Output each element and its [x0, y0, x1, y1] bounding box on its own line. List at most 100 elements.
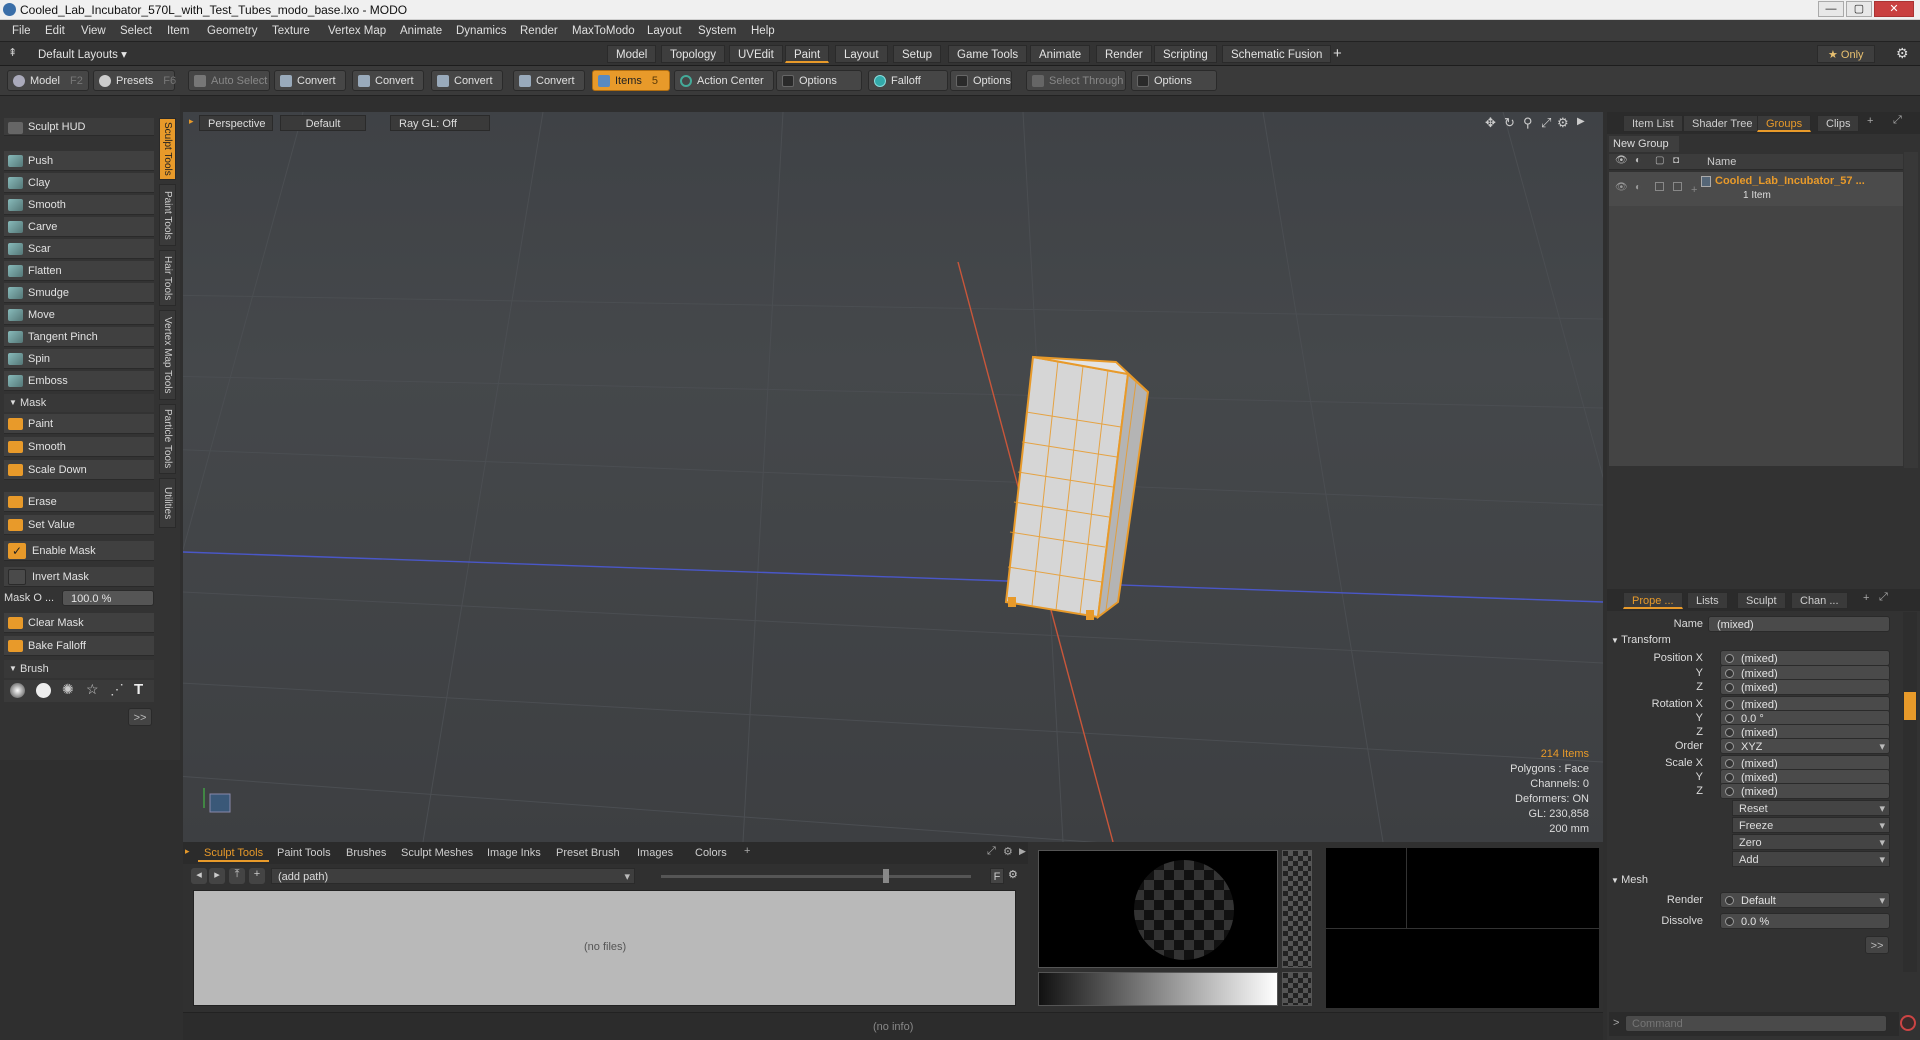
expand-panel-icon[interactable]: ⤢ — [1879, 591, 1888, 604]
add-path-icon[interactable]: + — [249, 868, 265, 884]
lock-icon[interactable]: ▢ — [1655, 155, 1664, 166]
filter-button[interactable]: F — [990, 868, 1004, 884]
menu-animate[interactable]: Animate — [400, 25, 442, 37]
keyframe-dot-icon[interactable] — [1725, 714, 1734, 723]
tab-scripting[interactable]: Scripting — [1154, 45, 1217, 63]
tab-lists[interactable]: Lists — [1687, 592, 1728, 609]
menu-dynamics[interactable]: Dynamics — [456, 25, 506, 37]
add-tab-icon[interactable]: + — [1863, 592, 1869, 604]
opacity-strip[interactable] — [1282, 850, 1312, 968]
zoom-icon[interactable]: ⚲ — [1523, 115, 1533, 131]
layout-toggle-icon[interactable]: ⇞ — [8, 46, 17, 59]
tab-layout[interactable]: Layout — [835, 45, 888, 63]
keyframe-dot-icon[interactable] — [1725, 683, 1734, 692]
menu-help[interactable]: Help — [751, 25, 775, 37]
expand-icon[interactable]: + — [1691, 184, 1697, 196]
slider-handle[interactable] — [883, 869, 889, 883]
tool-smudge[interactable]: Smudge — [4, 283, 154, 303]
invert-mask-toggle[interactable]: Invert Mask — [4, 567, 154, 587]
sidetab-vertex-map-tools[interactable]: Vertex Map Tools — [159, 310, 176, 400]
tab-brushes[interactable]: Brushes — [340, 845, 392, 862]
enable-mask-toggle[interactable]: ✓ Enable Mask — [4, 541, 154, 561]
menu-item[interactable]: Item — [167, 25, 189, 37]
keyframe-dot-icon[interactable] — [1725, 728, 1734, 737]
add-tab-icon[interactable]: + — [744, 845, 750, 857]
falloff-button[interactable]: Falloff — [868, 70, 948, 91]
shading-dropdown[interactable]: Default — [280, 115, 366, 131]
convert-button-3[interactable]: Convert — [431, 70, 503, 91]
keyframe-dot-icon[interactable] — [1725, 896, 1734, 905]
mask-section-header[interactable]: ▼ Mask — [4, 394, 154, 412]
render-dropdown[interactable]: Default ▾ — [1720, 892, 1890, 908]
tool-carve[interactable]: Carve — [4, 217, 154, 237]
tab-schematic-fusion[interactable]: Schematic Fusion — [1222, 45, 1332, 63]
options-button-3[interactable]: Options — [1131, 70, 1217, 91]
sidetab-paint-tools[interactable]: Paint Tools — [159, 184, 176, 246]
position-x-field[interactable]: (mixed) — [1720, 650, 1890, 666]
convert-button-4[interactable]: Convert — [513, 70, 585, 91]
action-center-button[interactable]: Action Center — [674, 70, 774, 91]
tab-sculpt[interactable]: Sculpt — [1737, 592, 1786, 609]
brush-section-header[interactable]: ▼ Brush — [4, 660, 154, 678]
procedural-brush-icon[interactable]: ⋰ — [110, 681, 124, 698]
keyframe-dot-icon[interactable] — [1725, 654, 1734, 663]
menu-geometry[interactable]: Geometry — [207, 25, 258, 37]
items-button[interactable]: Items 5 — [592, 70, 670, 91]
convert-button-1[interactable]: Convert — [274, 70, 346, 91]
raygl-toggle[interactable]: Ray GL: Off — [390, 115, 490, 131]
maximize-button[interactable]: ▢ — [1846, 1, 1872, 17]
tab-sculpt-meshes[interactable]: Sculpt Meshes — [395, 845, 479, 862]
tool-move[interactable]: Move — [4, 305, 154, 325]
select-icon[interactable]: ◘ — [1673, 155, 1679, 166]
tab-colors[interactable]: Colors — [689, 845, 733, 862]
tool-scar[interactable]: Scar — [4, 239, 154, 259]
groups-scrollbar[interactable] — [1904, 152, 1918, 468]
tab-shader-tree[interactable]: Shader Tree — [1683, 115, 1762, 132]
menu-edit[interactable]: Edit — [45, 25, 65, 37]
menu-file[interactable]: File — [12, 25, 31, 37]
add-tab-icon[interactable]: + — [1867, 115, 1873, 127]
tab-paint[interactable]: Paint — [785, 45, 830, 63]
tab-render[interactable]: Render — [1096, 45, 1152, 63]
star-brush-icon[interactable]: ☆ — [86, 681, 99, 698]
expand-panel-icon[interactable]: ⤢ — [1893, 114, 1902, 127]
browser-settings-icon[interactable]: ⚙ — [1008, 868, 1018, 881]
options-button-1[interactable]: Options — [776, 70, 862, 91]
sidetab-utilities[interactable]: Utilities — [159, 478, 176, 528]
tab-topology[interactable]: Topology — [661, 45, 726, 63]
sculpt-hud-button[interactable]: Sculpt HUD — [4, 118, 154, 136]
menu-texture[interactable]: Texture — [272, 25, 310, 37]
tab-properties[interactable]: Prope ... — [1623, 592, 1683, 609]
tab-game-tools[interactable]: Game Tools — [948, 45, 1028, 63]
tab-images[interactable]: Images — [631, 845, 679, 862]
tool-clay[interactable]: Clay — [4, 173, 154, 193]
only-button[interactable]: ★ Only — [1817, 45, 1875, 63]
minimize-button[interactable]: — — [1818, 1, 1844, 17]
menu-select[interactable]: Select — [120, 25, 152, 37]
menu-view[interactable]: View — [81, 25, 106, 37]
bake-falloff-button[interactable]: Bake Falloff — [4, 636, 154, 656]
sidetab-hair-tools[interactable]: Hair Tools — [159, 250, 176, 306]
tab-model[interactable]: Model — [607, 45, 657, 63]
color-swatch[interactable] — [1282, 972, 1312, 1006]
file-browser-area[interactable]: (no files) — [193, 890, 1016, 1006]
keyframe-dot-icon[interactable] — [1725, 773, 1734, 782]
text-brush-icon[interactable]: T — [134, 681, 143, 698]
row-render-icon[interactable]: ◐ — [1635, 182, 1641, 193]
soft-brush-icon[interactable] — [10, 683, 25, 698]
more-tools-button[interactable]: >> — [128, 708, 152, 726]
keyframe-dot-icon[interactable] — [1725, 917, 1734, 926]
convert-button-2[interactable]: Convert — [352, 70, 424, 91]
gear-icon[interactable]: ⚙ — [1896, 45, 1909, 62]
keyframe-dot-icon[interactable] — [1725, 742, 1734, 751]
panel-menu-arrow-icon[interactable]: ▸ — [185, 846, 190, 857]
mask-opacity-field[interactable]: 100.0 % — [62, 590, 154, 606]
thumbnail-size-slider[interactable] — [661, 875, 971, 878]
sidetab-particle-tools[interactable]: Particle Tools — [159, 404, 176, 474]
back-arrow-icon[interactable]: ◂ — [191, 868, 207, 884]
keyframe-dot-icon[interactable] — [1725, 759, 1734, 768]
visibility-icon[interactable]: 👁 — [1615, 155, 1628, 166]
tool-smooth[interactable]: Smooth — [4, 195, 154, 215]
transform-header[interactable]: ▼ Transform — [1611, 634, 1671, 646]
sidetab-sculpt-tools[interactable]: Sculpt Tools — [159, 118, 176, 180]
